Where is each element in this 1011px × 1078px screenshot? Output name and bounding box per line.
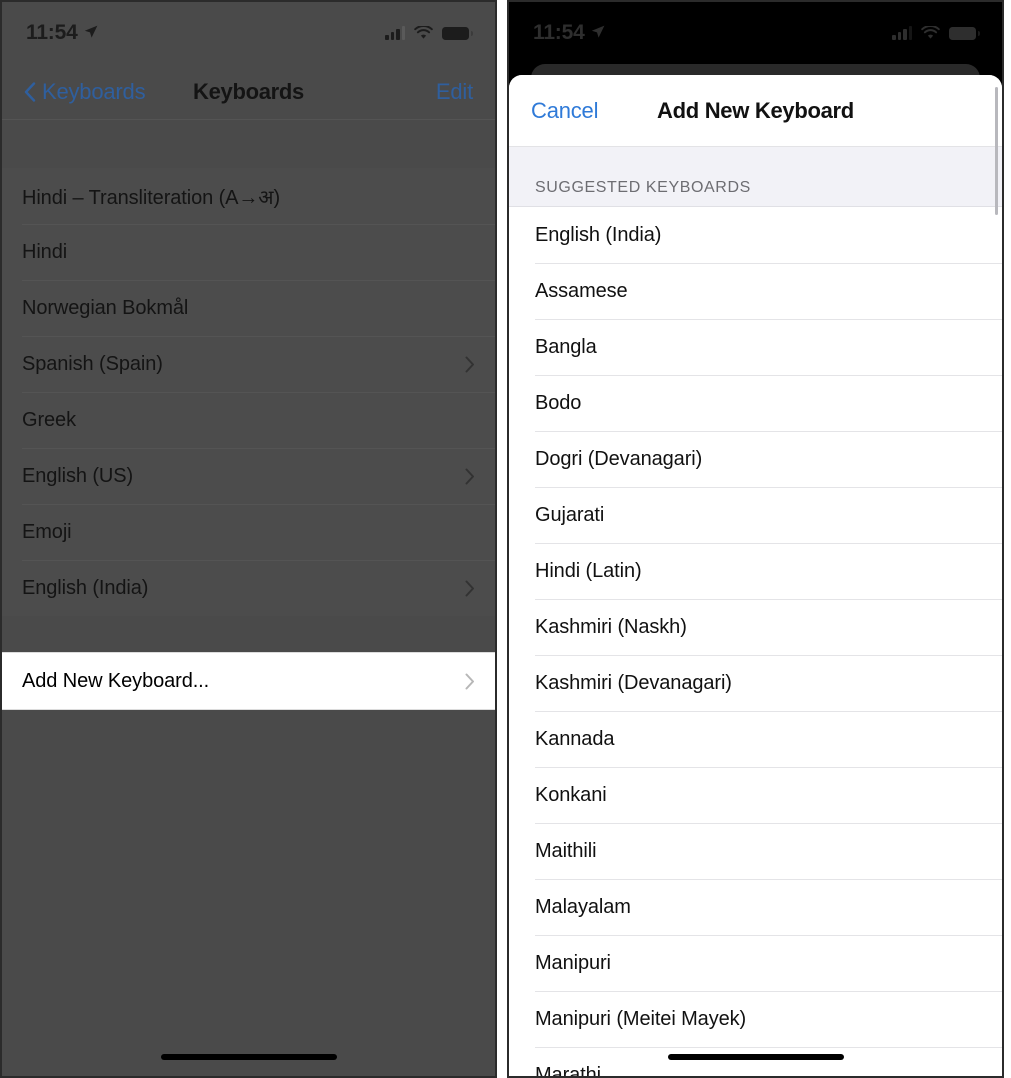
section-header-suggested-keyboards: SUGGESTED KEYBOARDS [509,147,1002,207]
list-item[interactable]: Kannada [509,711,1002,767]
location-arrow-icon [591,25,605,39]
list-item[interactable]: English (India) [2,560,495,616]
list-item[interactable]: Maithili [509,823,1002,879]
suggested-keyboard-label: Kashmiri (Devanagari) [535,671,732,694]
edit-button[interactable]: Edit [436,79,473,105]
active-keyboards-list: Hindi – Transliteration (A→अ) Hindi Norw… [2,168,495,616]
right-status-icons [892,25,980,40]
battery-full-icon [949,26,980,40]
list-section-gap [2,616,495,652]
chevron-right-icon [465,673,475,690]
status-bar-time: 11:54 [26,21,78,44]
list-item[interactable]: Emoji [2,504,495,560]
suggested-keyboard-label: Kashmiri (Naskh) [535,615,687,638]
keyboard-label: Norwegian Bokmål [22,296,189,319]
sheet-header: Cancel Add New Keyboard [509,75,1002,147]
home-indicator[interactable] [667,1054,844,1060]
cellular-signal-icon [892,26,912,40]
scrollbar[interactable] [995,87,998,947]
cancel-button[interactable]: Cancel [531,98,598,124]
chevron-right-icon [465,468,475,485]
location-arrow-icon [84,25,98,39]
list-top-gap [2,120,495,168]
suggested-keyboard-label: Manipuri [535,951,611,974]
suggested-keyboard-label: Marathi [535,1063,601,1077]
left-empty-area [2,753,495,1076]
suggested-keyboard-label: Dogri (Devanagari) [535,447,703,470]
keyboard-label: Greek [22,408,76,431]
keyboard-label: Spanish (Spain) [22,352,163,375]
list-item[interactable]: Manipuri [509,935,1002,991]
list-item[interactable]: Hindi (Latin) [509,543,1002,599]
list-item[interactable]: Marathi [509,1047,1002,1076]
wifi-icon [921,25,940,40]
suggested-keyboard-label: Kannada [535,727,615,750]
section-header-label: SUGGESTED KEYBOARDS [535,179,751,196]
list-item[interactable]: Assamese [509,263,1002,319]
status-bar-time-group: 11:54 [26,21,98,45]
suggested-keyboard-label: Maithili [535,839,597,862]
list-item[interactable]: English (US) [2,448,495,504]
list-item[interactable]: Norwegian Bokmål [2,280,495,336]
list-item[interactable]: Bangla [509,319,1002,375]
left-phone-screen: 11:54 Keyboards Keyboards Edit Hindi – T… [0,0,497,1078]
status-bar-time: 11:54 [533,21,585,44]
battery-full-icon [442,26,473,40]
chevron-right-icon [465,356,475,373]
list-item[interactable]: Hindi [2,224,495,280]
left-nav-bar: Keyboards Keyboards Edit [2,64,495,120]
left-status-bar: 11:54 [2,2,495,64]
list-item[interactable]: Kashmiri (Naskh) [509,599,1002,655]
list-item[interactable]: Spanish (Spain) [2,336,495,392]
list-item[interactable]: Manipuri (Meitei Mayek) [509,991,1002,1047]
back-button[interactable]: Keyboards [24,78,146,105]
right-phone-screen: 11:54 Cancel Add New Keyboard SUGGESTED … [507,0,1004,1078]
scrollbar-thumb[interactable] [995,87,998,215]
list-item[interactable]: English (India) [509,207,1002,263]
suggested-keyboard-label: Malayalam [535,895,631,918]
list-item[interactable]: Bodo [509,375,1002,431]
suggested-keyboard-label: Konkani [535,783,607,806]
home-indicator[interactable] [160,1054,337,1060]
suggested-keyboard-label: English (India) [535,223,662,246]
list-item[interactable]: Gujarati [509,487,1002,543]
keyboard-label: Hindi [22,240,68,263]
keyboard-label: Emoji [22,520,72,543]
suggested-keyboard-label: Bodo [535,391,582,414]
screenshot-stage: 11:54 Keyboards Keyboards Edit Hindi – T… [0,0,1011,1078]
add-new-keyboard-sheet: Cancel Add New Keyboard SUGGESTED KEYBOA… [509,75,1002,1076]
chevron-right-icon [465,580,475,597]
suggested-keyboards-list: English (India) Assamese Bangla Bodo Dog… [509,207,1002,1076]
list-item[interactable]: Dogri (Devanagari) [509,431,1002,487]
left-settings-body: Hindi – Transliteration (A→अ) Hindi Norw… [2,120,495,1076]
list-item[interactable]: Kashmiri (Devanagari) [509,655,1002,711]
add-new-keyboard-row[interactable]: Add New Keyboard... [2,653,495,709]
list-item[interactable]: Malayalam [509,879,1002,935]
right-status-bar: 11:54 [509,2,1002,64]
list-item[interactable]: Greek [2,392,495,448]
list-item[interactable]: Konkani [509,767,1002,823]
suggested-keyboard-label: Hindi (Latin) [535,559,642,582]
add-new-keyboard-label: Add New Keyboard... [22,669,210,692]
keyboard-label: English (US) [22,464,134,487]
status-bar-time-group: 11:54 [533,21,605,45]
left-status-icons [385,25,473,40]
add-new-keyboard-section: Add New Keyboard... [2,652,495,710]
suggested-keyboard-label: Manipuri (Meitei Mayek) [535,1007,747,1030]
suggested-keyboard-label: Assamese [535,279,628,302]
cellular-signal-icon [385,26,405,40]
chevron-left-icon [24,81,36,102]
wifi-icon [414,25,433,40]
suggested-keyboard-label: Gujarati [535,503,605,526]
back-button-label: Keyboards [42,78,146,104]
keyboard-label: English (India) [22,576,149,599]
suggested-keyboard-label: Bangla [535,335,597,358]
list-item[interactable]: Hindi – Transliteration (A→अ) [2,168,495,224]
keyboard-label: Hindi – Transliteration (A→अ) [22,186,281,209]
